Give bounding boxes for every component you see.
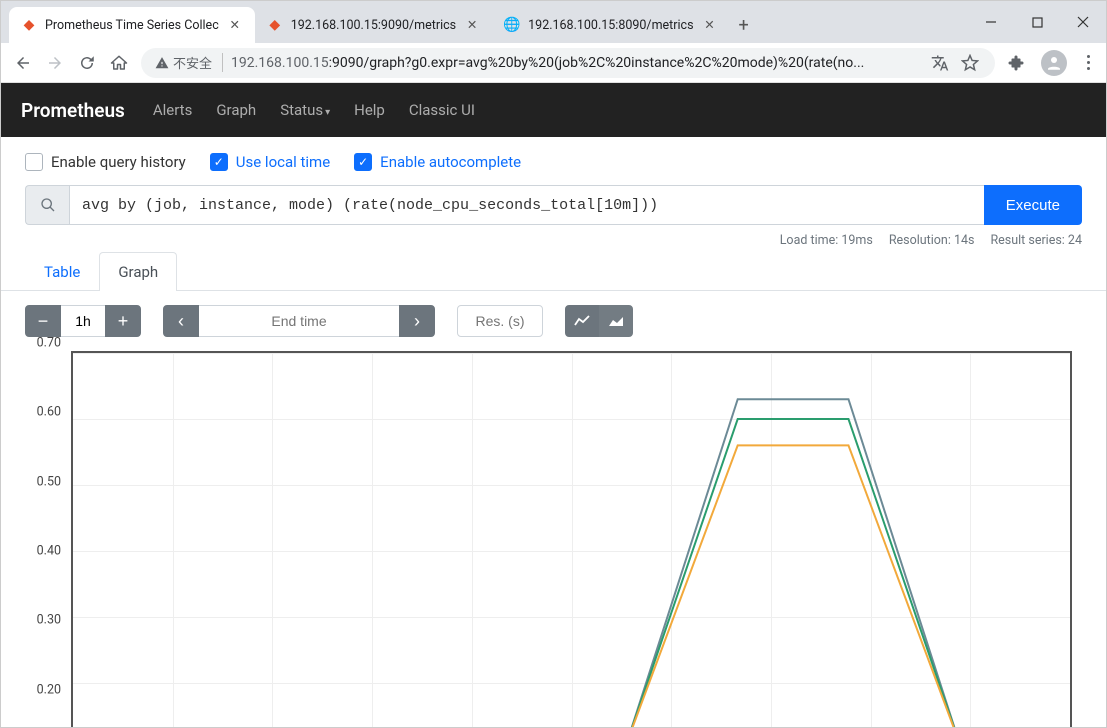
stat-result-series: Result series: 24 [990,233,1082,248]
endtime-input[interactable] [199,305,399,337]
nav-classic[interactable]: Classic UI [409,101,475,119]
nav-help[interactable]: Help [354,101,385,119]
tab-table[interactable]: Table [25,252,99,291]
favicon-prometheus-icon: ◆ [267,17,283,33]
range-increase-button[interactable]: + [105,305,141,337]
minimize-button[interactable] [968,1,1014,43]
close-tab-icon[interactable]: ✕ [464,17,480,33]
range-decrease-button[interactable]: − [25,305,61,337]
tab-title: 192.168.100.15:8090/metrics [528,18,693,33]
reload-button[interactable] [75,51,99,75]
browser-tab[interactable]: 🌐 192.168.100.15:8090/metrics ✕ [492,7,729,43]
stat-load-time: Load time: 19ms [780,233,873,248]
star-icon[interactable] [959,52,981,74]
not-secure-warning: 不安全 [155,53,223,72]
brand-logo: Prometheus [21,99,125,122]
close-window-button[interactable] [1060,1,1106,43]
resolution-input[interactable] [457,305,543,337]
back-button[interactable] [11,51,35,75]
y-tick-label: 0.50 [37,474,61,489]
close-tab-icon[interactable]: ✕ [702,17,718,33]
checkbox-icon [25,153,43,171]
time-prev-button[interactable]: ‹ [163,305,199,337]
url-text: 192.168.100.15:9090/graph?g0.expr=avg%20… [231,55,921,71]
app-header: Prometheus Alerts Graph Status▾ Help Cla… [1,83,1106,137]
y-tick-label: 0.60 [37,405,61,420]
tab-graph[interactable]: Graph [99,252,177,291]
checkbox-checked-icon: ✓ [210,153,228,171]
chart: 0.200.300.400.500.600.70 [25,351,1082,727]
favicon-globe-icon: 🌐 [504,17,520,33]
chart-stacked-mode-button[interactable] [599,305,633,337]
execute-button[interactable]: Execute [984,185,1082,225]
profile-avatar[interactable] [1041,50,1067,76]
y-tick-label: 0.20 [37,682,61,697]
home-button[interactable] [107,51,131,75]
chart-line-mode-button[interactable] [565,305,599,337]
tab-title: 192.168.100.15:9090/metrics [291,18,456,33]
favicon-prometheus-icon: ◆ [21,17,37,33]
browser-tab[interactable]: ◆ Prometheus Time Series Collec ✕ [9,7,255,43]
close-tab-icon[interactable]: ✕ [227,17,243,33]
y-tick-label: 0.40 [37,544,61,559]
checkbox-checked-icon: ✓ [354,153,372,171]
menu-icon[interactable] [1081,55,1096,70]
chevron-down-icon: ▾ [325,107,330,118]
tab-title: Prometheus Time Series Collec [45,18,219,33]
nav-alerts[interactable]: Alerts [153,101,193,119]
y-tick-label: 0.30 [37,613,61,628]
new-tab-button[interactable]: + [730,7,758,43]
browser-toolbar: 不安全 192.168.100.15:9090/graph?g0.expr=av… [1,43,1106,83]
search-icon [25,185,69,225]
nav-status[interactable]: Status▾ [280,101,330,119]
maximize-button[interactable] [1014,1,1060,43]
checkbox-query-history[interactable]: Enable query history [25,153,186,171]
address-bar[interactable]: 不安全 192.168.100.15:9090/graph?g0.expr=av… [141,48,995,78]
checkbox-autocomplete[interactable]: ✓ Enable autocomplete [354,153,521,171]
nav-graph[interactable]: Graph [216,101,256,119]
stat-resolution: Resolution: 14s [889,233,975,248]
time-next-button[interactable]: › [399,305,435,337]
browser-tab[interactable]: ◆ 192.168.100.15:9090/metrics ✕ [255,7,492,43]
query-input[interactable] [69,185,984,225]
range-input[interactable] [61,305,105,337]
translate-icon[interactable] [929,52,951,74]
extensions-icon[interactable] [1005,52,1027,74]
y-tick-label: 0.70 [37,336,61,351]
forward-button[interactable] [43,51,67,75]
checkbox-local-time[interactable]: ✓ Use local time [210,153,330,171]
